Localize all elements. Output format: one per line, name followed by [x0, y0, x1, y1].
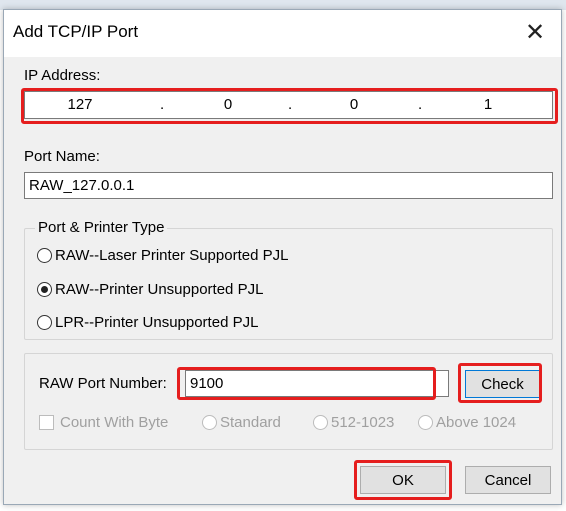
raw-port-number-input[interactable]: [185, 370, 449, 397]
radio-label: LPR--Printer Unsupported PJL: [55, 314, 259, 331]
radio-above-1024[interactable]: Above 1024: [418, 414, 516, 431]
radio-label: Standard: [220, 414, 281, 431]
radio-button-icon[interactable]: [37, 248, 52, 263]
radio-label: RAW--Laser Printer Supported PJL: [55, 247, 289, 264]
ip-separator: .: [288, 96, 293, 113]
ip-octet-3[interactable]: 0: [334, 96, 374, 113]
radio-button-icon[interactable]: [37, 315, 52, 330]
radio-raw-printer-unsupported-pjl[interactable]: RAW--Printer Unsupported PJL: [37, 281, 263, 298]
ip-separator: .: [418, 96, 423, 113]
radio-button-icon[interactable]: [202, 415, 217, 430]
checkbox-icon[interactable]: [39, 415, 54, 430]
add-tcp-ip-port-dialog: Add TCP/IP Port ✕ IP Address: 127 . 0 . …: [3, 9, 562, 505]
close-icon[interactable]: ✕: [517, 16, 553, 50]
cancel-button[interactable]: Cancel: [465, 466, 551, 494]
radio-button-icon[interactable]: [418, 415, 433, 430]
radio-label: RAW--Printer Unsupported PJL: [55, 281, 264, 298]
radio-standard[interactable]: Standard: [202, 414, 281, 431]
ip-octet-1[interactable]: 127: [60, 96, 100, 113]
radio-raw-laser-supported-pjl[interactable]: RAW--Laser Printer Supported PJL: [37, 247, 288, 264]
radio-lpr-printer-unsupported-pjl[interactable]: LPR--Printer Unsupported PJL: [37, 314, 258, 331]
port-name-input[interactable]: [24, 172, 553, 199]
raw-port-group: RAW Port Number: Check Count With Byte S…: [24, 353, 553, 450]
ip-separator: .: [160, 96, 165, 113]
ip-octet-4[interactable]: 1: [468, 96, 508, 113]
ip-address-field[interactable]: 127 . 0 . 0 . 1: [24, 91, 553, 119]
port-printer-type-group: Port & Printer Type RAW--Laser Printer S…: [24, 219, 553, 340]
radio-button-selected-icon[interactable]: [37, 282, 52, 297]
title-bar: Add TCP/IP Port ✕: [4, 10, 561, 57]
checkbox-label: Count With Byte: [60, 414, 169, 431]
radio-button-icon[interactable]: [313, 415, 328, 430]
check-button[interactable]: Check: [465, 370, 540, 398]
radio-label: Above 1024: [436, 414, 517, 431]
radio-label: 512-1023: [331, 414, 395, 431]
radio-512-1023[interactable]: 512-1023: [313, 414, 394, 431]
ip-address-label: IP Address:: [24, 67, 101, 84]
ok-button[interactable]: OK: [360, 466, 446, 494]
port-printer-type-label: Port & Printer Type: [35, 219, 168, 236]
ip-octet-2[interactable]: 0: [208, 96, 248, 113]
count-with-byte-checkbox[interactable]: Count With Byte: [39, 414, 168, 431]
raw-port-number-label: RAW Port Number:: [39, 375, 167, 392]
port-name-label: Port Name:: [24, 148, 100, 165]
dialog-title: Add TCP/IP Port: [13, 22, 139, 41]
